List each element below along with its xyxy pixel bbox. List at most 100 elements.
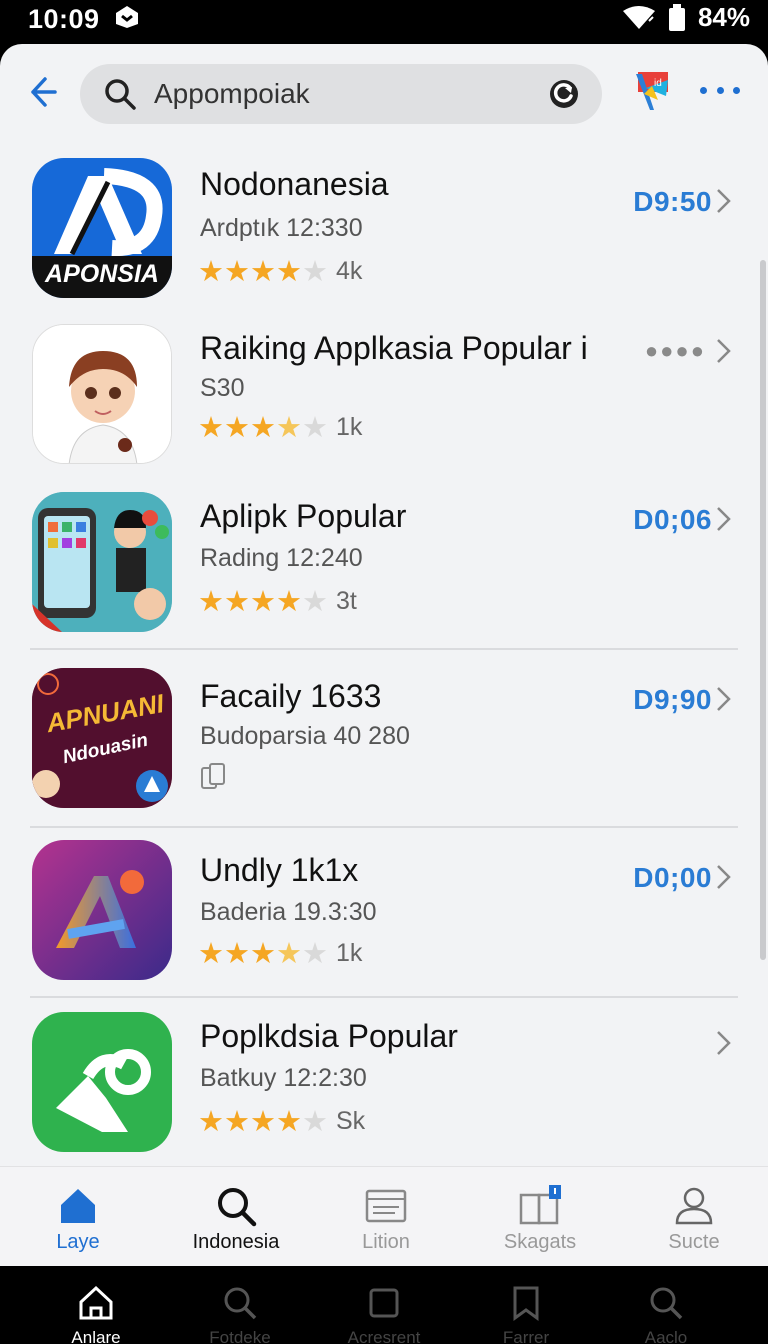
wifi-icon: [622, 5, 655, 29]
star-icon: ★: [224, 936, 250, 970]
rating-count: 4k: [336, 256, 363, 285]
app-title: Undly 1k1x: [200, 852, 359, 888]
star-icon: ★: [198, 254, 224, 288]
nav-square[interactable]: Acresrent: [324, 1280, 444, 1344]
refresh-icon[interactable]: [548, 78, 580, 110]
tab-search[interactable]: Indonesia: [166, 1167, 306, 1266]
tab-home[interactable]: Laye: [8, 1167, 148, 1266]
list-item[interactable]: Poplkdsia Popular Batkuy 12:2:30 ★ ★ ★ ★ ★ S…: [0, 1008, 768, 1158]
tab-label: Laye: [56, 1231, 100, 1253]
chevron-right-icon: [717, 1031, 731, 1055]
aponsia-logo-icon: APONSIA: [32, 158, 172, 298]
tab-label: Lition: [362, 1231, 410, 1253]
nav-label: Fotdeke: [209, 1328, 271, 1344]
apnuani-logo-icon: APNUANI Ndouasin: [32, 668, 172, 808]
star-icon: ★: [250, 584, 276, 618]
star-icon: ★: [198, 1104, 224, 1138]
star-icon: ★: [276, 1104, 302, 1138]
more-dot: [733, 86, 740, 94]
nav-label: Anlare: [71, 1328, 121, 1344]
app-title: Raiking Applkasia Popular i: [200, 330, 588, 366]
app-title: Poplkdsia Popular: [200, 1018, 458, 1054]
app-subtitle: Budoparsia 40 280: [200, 722, 410, 750]
bookmark-icon: [513, 1286, 539, 1321]
svg-text:id: id: [654, 78, 662, 89]
battery-percentage: 84%: [697, 2, 750, 32]
flag-icon[interactable]: id: [632, 70, 672, 114]
more-button[interactable]: [700, 78, 740, 102]
chevron-right-icon: [717, 687, 731, 711]
list-item[interactable]: Raiking Applkasia Popular i S30 ★ ★ ★ ★ ★ 1k…: [0, 322, 768, 472]
star-icon: ★: [302, 584, 328, 618]
star-icon: ★: [276, 254, 302, 288]
back-arrow-icon: [31, 77, 57, 107]
app-title: Facaily 1633: [200, 678, 382, 714]
more-dot: [700, 86, 707, 94]
list-item[interactable]: APNUANI Ndouasin Facaily 1633 Budoparsia…: [0, 664, 768, 824]
star-icon: ★: [224, 254, 250, 288]
scrollbar[interactable]: [760, 260, 766, 960]
tab-list[interactable]: Lition: [316, 1167, 456, 1266]
rating-count: 1k: [336, 938, 363, 967]
nav-search-2[interactable]: Aaclo: [606, 1280, 726, 1344]
app-subtitle: Batkuy 12:2:30: [200, 1064, 367, 1092]
green-phone-icon: [32, 1012, 172, 1152]
search-header: Appompoiak id: [0, 44, 768, 144]
app-title: Nodonanesia: [200, 166, 389, 202]
rating-count: 1k: [336, 412, 363, 441]
nav-home[interactable]: Anlare: [36, 1280, 156, 1344]
star-icon: ★: [250, 936, 276, 970]
price-label: D0;06: [633, 504, 712, 535]
star-icon: ★: [250, 410, 276, 444]
app-screen: Appompoiak id APONSIA Nodonanesia Ardptı…: [0, 44, 768, 1266]
more-dot: [716, 86, 724, 94]
search-query: Appompoiak: [154, 78, 310, 109]
list-item[interactable]: Undly 1k1x Baderia 19.3:30 ★ ★ ★ ★ ★ 1k D0;0…: [0, 838, 768, 996]
tab-books[interactable]: Skagats: [470, 1167, 610, 1266]
search-icon: [650, 1287, 683, 1320]
list-item[interactable]: APONSIA Nodonanesia Ardptık 12:330 ★ ★ ★ ★ ★…: [0, 156, 768, 306]
app-subtitle: Baderia 19.3:30: [200, 898, 377, 926]
star-icon: ★: [224, 410, 250, 444]
price-label: D9;90: [633, 684, 712, 715]
nav-label: Acresrent: [347, 1328, 421, 1344]
app-subtitle: Ardptık 12:330: [200, 214, 363, 242]
star-icon: ★: [276, 584, 302, 618]
nav-bookmark[interactable]: Farrer: [466, 1280, 586, 1344]
home-icon: [79, 1285, 113, 1320]
star-rating: ★ ★ ★ ★ ★ 1k: [198, 938, 362, 968]
tab-label: Indonesia: [192, 1231, 280, 1253]
tab-label: Sucte: [668, 1231, 720, 1253]
back-button[interactable]: [22, 72, 62, 112]
app-subtitle: Rading 12:240: [200, 544, 363, 572]
star-rating: ★ ★ ★ ★ ★ 3t: [198, 586, 357, 616]
price-label: D0;00: [633, 862, 712, 893]
book-icon: [519, 1185, 561, 1225]
home-icon: [61, 1189, 95, 1223]
search-icon: [218, 1188, 257, 1227]
star-icon: ★: [302, 936, 328, 970]
tab-bar: Laye Indonesia Lition Skagats Sucte: [0, 1166, 768, 1266]
status-bar: 10:09 84%: [0, 0, 768, 44]
star-icon: ★: [250, 254, 276, 288]
letter-a-icon: [32, 840, 172, 980]
search-input[interactable]: Appompoiak: [80, 64, 602, 124]
battery-icon: [668, 3, 685, 31]
chevron-right-icon: [717, 507, 731, 531]
status-time: 10:09: [28, 4, 100, 34]
divider: [30, 826, 738, 828]
star-icon: ★: [302, 410, 328, 444]
list-icon: [365, 1189, 407, 1223]
list-item[interactable]: Aplipk Popular Rading 12:240 ★ ★ ★ ★ ★ 3t D0…: [0, 488, 768, 652]
chevron-right-icon: [717, 339, 731, 363]
rating-count: Sk: [336, 1106, 366, 1135]
rating-count: 3t: [336, 586, 357, 615]
tab-profile[interactable]: Sucte: [624, 1167, 764, 1266]
price-label: D9:50: [633, 186, 712, 217]
nav-search[interactable]: Fotdeke: [180, 1280, 300, 1344]
more-options-icon[interactable]: ●●●●: [645, 338, 706, 364]
notification-app-icon: [116, 6, 138, 28]
app-subtitle: S30: [200, 374, 245, 402]
device-icon: [201, 763, 225, 789]
nav-label: Aaclo: [644, 1328, 688, 1344]
